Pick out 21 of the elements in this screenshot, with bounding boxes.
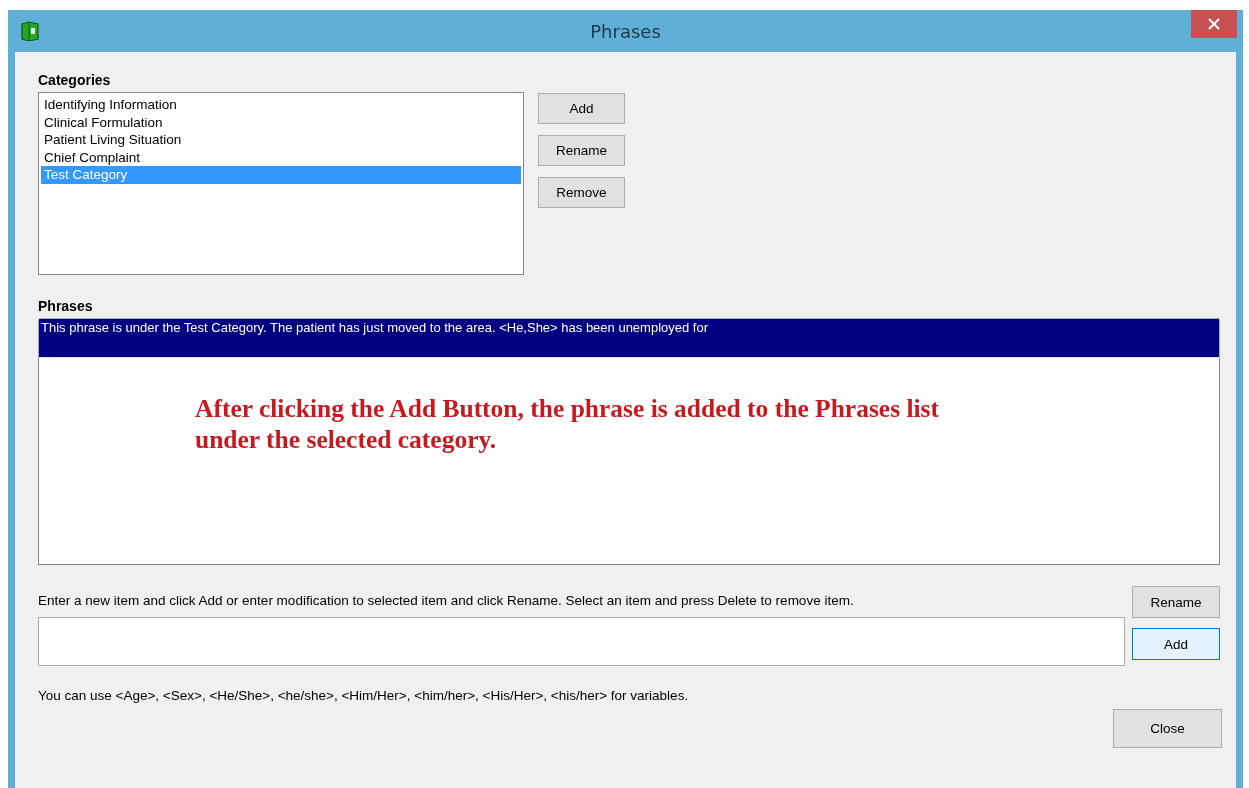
section-label: Phrases — [38, 298, 93, 314]
annotation-text: After clicking the Add Button, the phrase is added to the Phrases list under the selected category. — [195, 393, 941, 455]
phrase-item[interactable]: This phrase is under the Test Category. The patient has just moved to the area. <He,She> has been unemployed for — [39, 319, 1219, 357]
editor-button[interactable]: Rename — [1132, 586, 1220, 618]
category-item[interactable]: Identifying Information — [41, 96, 521, 114]
variables-hint: You can use <Age>, <Sex>, <He/She>, <he/she>, <Him/Her>, <him/her>, <His/Her>, <his/her> for variables. — [38, 688, 689, 703]
phrase-input-field[interactable] — [38, 617, 1125, 666]
category-button[interactable]: Rename — [538, 135, 625, 166]
window-title: Phrases — [590, 20, 661, 42]
section-label: Categories — [38, 72, 111, 88]
book-icon — [20, 21, 40, 41]
category-item[interactable]: Chief Complaint — [41, 148, 521, 167]
instruction-text: Enter a new item and click Add or enter modification to selected item and click Rename. Select an item and press Delete to remove item. — [38, 593, 855, 608]
category-item[interactable]: Patient Living Situation — [41, 131, 521, 149]
category-button[interactable]: Add — [538, 93, 625, 124]
category-button[interactable]: Remove — [538, 177, 625, 208]
close-icon — [1208, 18, 1220, 30]
close-button[interactable] — [1191, 10, 1237, 38]
close-dialog-button[interactable]: Close — [1113, 709, 1222, 748]
category-item[interactable]: Clinical Formulation — [41, 113, 521, 132]
editor-button[interactable]: Add — [1132, 628, 1220, 660]
